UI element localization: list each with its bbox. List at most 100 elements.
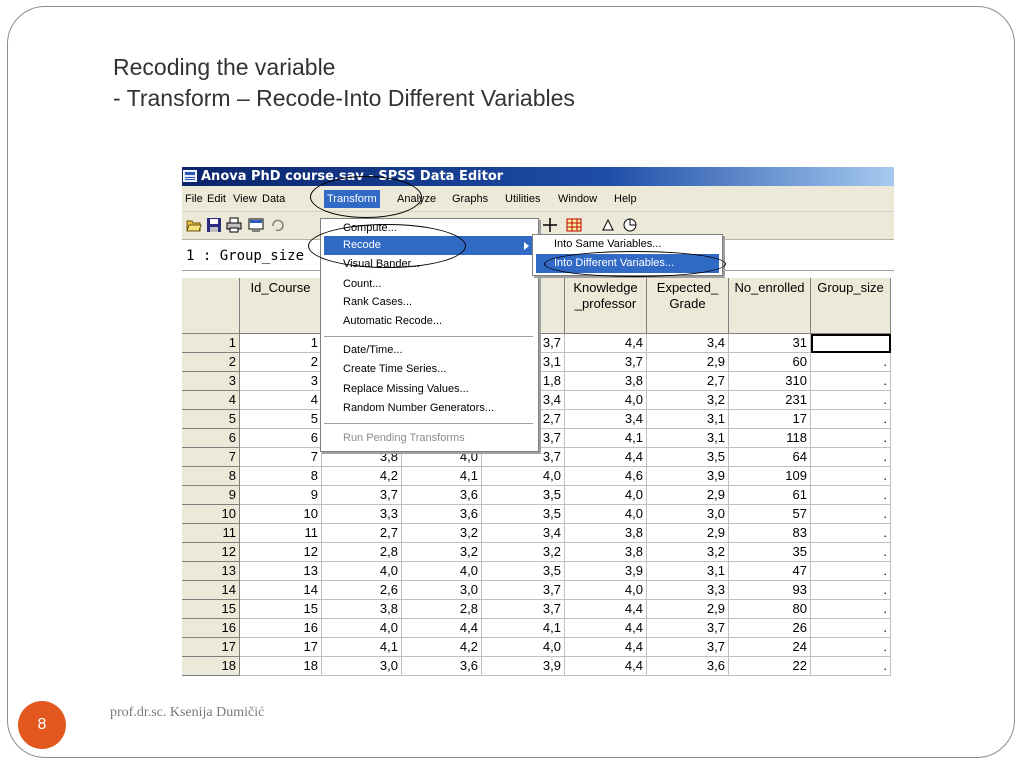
data-cell[interactable]: . xyxy=(811,467,891,486)
data-cell[interactable]: 18 xyxy=(240,657,322,676)
row-number[interactable]: 7 xyxy=(182,448,240,467)
data-cell[interactable]: 3,5 xyxy=(482,505,565,524)
data-cell[interactable]: . xyxy=(811,448,891,467)
data-cell[interactable]: 4,4 xyxy=(565,448,647,467)
data-cell[interactable]: 31 xyxy=(729,334,811,353)
menu-window[interactable]: Window xyxy=(558,191,597,207)
row-number[interactable]: 13 xyxy=(182,562,240,581)
data-cell[interactable]: 3,7 xyxy=(647,619,729,638)
data-cell[interactable]: 4,4 xyxy=(565,619,647,638)
menu-edit[interactable]: Edit xyxy=(207,191,226,207)
row-number[interactable]: 4 xyxy=(182,391,240,410)
insert-cases-icon[interactable] xyxy=(542,217,558,233)
column-header-id-course[interactable]: Id_Course xyxy=(240,278,322,334)
data-cell[interactable]: 64 xyxy=(729,448,811,467)
data-cell[interactable]: 3,6 xyxy=(402,657,482,676)
data-cell[interactable]: 22 xyxy=(729,657,811,676)
row-number[interactable]: 17 xyxy=(182,638,240,657)
data-cell[interactable]: 3,1 xyxy=(647,562,729,581)
menu-item-automatic-recode[interactable]: Automatic Recode... xyxy=(321,312,536,331)
save-disk-icon[interactable] xyxy=(206,217,222,233)
data-cell[interactable]: . xyxy=(811,657,891,676)
data-cell[interactable]: 2,8 xyxy=(322,543,402,562)
data-cell[interactable]: 310 xyxy=(729,372,811,391)
data-cell[interactable]: . xyxy=(811,505,891,524)
data-cell[interactable]: 4,6 xyxy=(565,467,647,486)
menu-item-date-time[interactable]: Date/Time... xyxy=(321,341,536,360)
data-cell[interactable]: 4,4 xyxy=(565,334,647,353)
data-cell[interactable]: 61 xyxy=(729,486,811,505)
data-cell[interactable]: 3,2 xyxy=(647,543,729,562)
data-cell[interactable]: 3,0 xyxy=(322,657,402,676)
data-cell[interactable]: 5 xyxy=(240,410,322,429)
data-cell[interactable]: . xyxy=(811,429,891,448)
data-cell[interactable]: 3,7 xyxy=(565,353,647,372)
data-cell[interactable]: . xyxy=(811,353,891,372)
data-cell[interactable]: . xyxy=(811,638,891,657)
data-cell[interactable]: 57 xyxy=(729,505,811,524)
row-number[interactable]: 12 xyxy=(182,543,240,562)
data-cell[interactable]: 2,8 xyxy=(402,600,482,619)
data-cell[interactable]: 11 xyxy=(240,524,322,543)
data-cell[interactable]: . xyxy=(811,391,891,410)
data-cell[interactable]: 3,5 xyxy=(482,486,565,505)
submenu-item-into-different-variables[interactable]: Into Different Variables... xyxy=(536,254,719,273)
data-cell[interactable]: 4,1 xyxy=(482,619,565,638)
data-cell[interactable]: 4,4 xyxy=(565,638,647,657)
data-cell[interactable]: 3,9 xyxy=(482,657,565,676)
menu-graphs[interactable]: Graphs xyxy=(452,191,488,207)
data-cell[interactable]: 3,4 xyxy=(565,410,647,429)
chart-icon[interactable] xyxy=(622,217,638,233)
column-header-knowledge-professor[interactable]: Knowledge _professor xyxy=(565,278,647,334)
menu-data[interactable]: Data xyxy=(262,191,285,207)
data-cell[interactable]: 3,8 xyxy=(565,543,647,562)
data-cell[interactable]: 35 xyxy=(729,543,811,562)
data-cell[interactable]: . xyxy=(811,581,891,600)
menu-analyze[interactable]: Analyze xyxy=(397,191,436,207)
data-cell[interactable]: 4 xyxy=(240,391,322,410)
data-cell[interactable]: 4,0 xyxy=(322,562,402,581)
open-folder-icon[interactable] xyxy=(186,217,202,233)
data-cell[interactable]: 3,8 xyxy=(565,524,647,543)
data-cell[interactable]: 3,6 xyxy=(647,657,729,676)
menu-item-count[interactable]: Count... xyxy=(321,275,536,294)
data-cell[interactable]: 17 xyxy=(240,638,322,657)
data-cell[interactable]: 3,2 xyxy=(647,391,729,410)
data-cell[interactable]: 60 xyxy=(729,353,811,372)
data-cell[interactable]: 3,1 xyxy=(647,410,729,429)
data-cell[interactable]: 2,6 xyxy=(322,581,402,600)
row-number[interactable]: 2 xyxy=(182,353,240,372)
data-cell[interactable]: 3,7 xyxy=(482,581,565,600)
data-cell[interactable]: 4,0 xyxy=(322,619,402,638)
data-cell[interactable]: 13 xyxy=(240,562,322,581)
data-cell[interactable]: . xyxy=(811,372,891,391)
data-cell[interactable]: 3,2 xyxy=(402,543,482,562)
data-cell[interactable]: . xyxy=(811,410,891,429)
column-header-group-size[interactable]: Group_size xyxy=(811,278,891,334)
data-cell[interactable]: 4,0 xyxy=(565,486,647,505)
data-cell[interactable]: 15 xyxy=(240,600,322,619)
row-number[interactable]: 11 xyxy=(182,524,240,543)
data-cell[interactable]: 4,1 xyxy=(322,638,402,657)
data-cell[interactable]: 8 xyxy=(240,467,322,486)
submenu-item-into-same-variables[interactable]: Into Same Variables... xyxy=(533,235,720,254)
row-number[interactable]: 3 xyxy=(182,372,240,391)
data-cell[interactable]: 3,0 xyxy=(647,505,729,524)
data-cell[interactable]: 16 xyxy=(240,619,322,638)
data-cell[interactable]: 83 xyxy=(729,524,811,543)
data-cell[interactable]: 3,1 xyxy=(647,429,729,448)
data-cell[interactable]: 3,4 xyxy=(482,524,565,543)
data-cell[interactable]: 4,4 xyxy=(402,619,482,638)
data-cell[interactable]: 14 xyxy=(240,581,322,600)
data-cell[interactable]: 93 xyxy=(729,581,811,600)
menu-view[interactable]: View xyxy=(233,191,257,207)
menu-item-visual-bander[interactable]: Visual Bander... xyxy=(321,255,536,274)
data-cell[interactable]: 4,0 xyxy=(565,391,647,410)
data-cell[interactable]: . xyxy=(811,543,891,562)
data-cell[interactable]: . xyxy=(811,619,891,638)
data-cell[interactable]: . xyxy=(811,486,891,505)
data-cell[interactable]: 2,9 xyxy=(647,524,729,543)
data-cell[interactable]: 3,8 xyxy=(322,600,402,619)
row-number[interactable]: 16 xyxy=(182,619,240,638)
data-cell[interactable]: . xyxy=(811,600,891,619)
